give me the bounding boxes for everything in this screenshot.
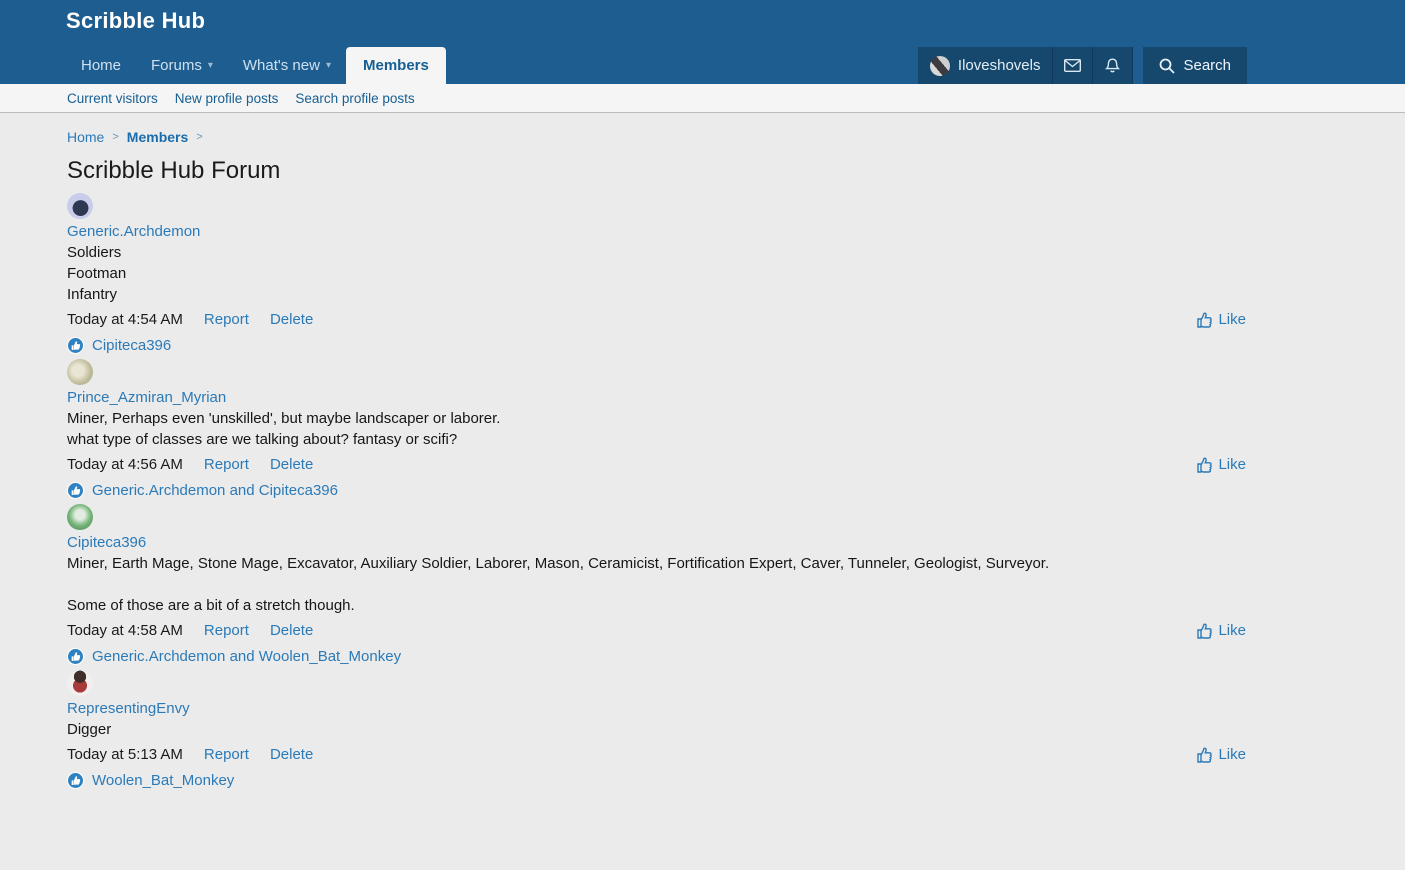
site-logo[interactable]: Scribble Hub [66, 8, 205, 34]
post-text-line: Some of those are a bit of a stretch tho… [67, 595, 1246, 616]
search-button[interactable]: Search [1143, 47, 1247, 84]
post-text-line: Miner, Earth Mage, Stone Mage, Excavator… [67, 553, 1246, 574]
reaction-users-link[interactable]: Woolen_Bat_Monkey [92, 770, 234, 791]
profile-post: RepresentingEnvy Digger Today at 5:13 AM… [67, 670, 1246, 791]
like-button[interactable]: Like [1197, 309, 1246, 330]
avatar[interactable] [67, 670, 93, 696]
like-reaction-icon [67, 482, 84, 499]
like-reaction-icon [67, 772, 84, 789]
like-label: Like [1218, 454, 1246, 475]
nav-tab-home[interactable]: Home [66, 47, 136, 84]
account-menu-button[interactable]: Iloveshovels [918, 47, 1054, 84]
profile-post: Generic.Archdemon Soldiers Footman Infan… [67, 193, 1246, 356]
reactions-row: Generic.Archdemon and Woolen_Bat_Monkey [67, 646, 1246, 667]
post-text-line: what type of classes are we talking abou… [67, 429, 1246, 450]
thumbs-up-icon [1197, 623, 1212, 639]
breadcrumb-members[interactable]: Members [127, 129, 188, 145]
report-link[interactable]: Report [204, 620, 249, 641]
nav-tab-members[interactable]: Members [346, 47, 446, 84]
avatar[interactable] [67, 359, 93, 385]
thumbs-up-icon [1197, 457, 1212, 473]
post-text-line: Digger [67, 719, 1246, 740]
nav-forums-label: Forums [151, 57, 202, 74]
like-label: Like [1218, 620, 1246, 641]
members-subnav: Current visitors New profile posts Searc… [0, 84, 1405, 113]
header-spacer [1133, 47, 1143, 84]
avatar[interactable] [67, 504, 93, 530]
profile-post: Cipiteca396 Miner, Earth Mage, Stone Mag… [67, 504, 1246, 667]
post-author-link[interactable]: Cipiteca396 [67, 532, 146, 553]
report-link[interactable]: Report [204, 309, 249, 330]
envelope-icon [1064, 59, 1081, 72]
user-avatar [930, 56, 950, 76]
chevron-down-icon: ▾ [326, 60, 331, 71]
nav-members-label: Members [363, 57, 429, 74]
like-button[interactable]: Like [1197, 744, 1246, 765]
post-text-line: Miner, Perhaps even 'unskilled', but may… [67, 408, 1246, 429]
reactions-row: Cipiteca396 [67, 335, 1246, 356]
inbox-button[interactable] [1053, 47, 1093, 84]
chevron-right-icon: > [112, 131, 118, 143]
main-nav: Home Forums ▾ What's new ▾ Members [66, 47, 446, 84]
nav-whats-new-label: What's new [243, 57, 320, 74]
bell-icon [1105, 58, 1120, 74]
subnav-search-profile-posts[interactable]: Search profile posts [295, 91, 414, 106]
main-content: Home > Members > Scribble Hub Forum Gene… [67, 113, 1246, 870]
post-timestamp[interactable]: Today at 4:56 AM [67, 454, 183, 475]
post-meta-row: Today at 4:54 AM Report Delete Like [67, 309, 1246, 330]
site-header: Scribble Hub Home Forums ▾ What's new ▾ … [0, 0, 1405, 84]
chevron-down-icon: ▾ [208, 60, 213, 71]
post-author-link[interactable]: Prince_Azmiran_Myrian [67, 387, 226, 408]
post-meta-row: Today at 4:56 AM Report Delete Like [67, 454, 1246, 475]
reaction-users-link[interactable]: Generic.Archdemon and Cipiteca396 [92, 480, 338, 501]
chevron-right-icon: > [196, 131, 202, 143]
report-link[interactable]: Report [204, 454, 249, 475]
post-timestamp[interactable]: Today at 4:58 AM [67, 620, 183, 641]
post-text-line: Infantry [67, 284, 1246, 305]
profile-post: Prince_Azmiran_Myrian Miner, Perhaps eve… [67, 359, 1246, 501]
like-reaction-icon [67, 648, 84, 665]
report-link[interactable]: Report [204, 744, 249, 765]
post-timestamp[interactable]: Today at 5:13 AM [67, 744, 183, 765]
breadcrumb-home[interactable]: Home [67, 129, 104, 145]
nav-tab-whats-new[interactable]: What's new ▾ [228, 47, 346, 84]
thumbs-up-icon [1197, 747, 1212, 763]
subnav-new-profile-posts[interactable]: New profile posts [175, 91, 279, 106]
reactions-row: Generic.Archdemon and Cipiteca396 [67, 480, 1246, 501]
delete-link[interactable]: Delete [270, 744, 313, 765]
delete-link[interactable]: Delete [270, 309, 313, 330]
header-actions: Iloveshovels [918, 47, 1247, 84]
page-title: Scribble Hub Forum [67, 155, 1246, 187]
alerts-button[interactable] [1093, 47, 1133, 84]
avatar[interactable] [67, 193, 93, 219]
breadcrumb: Home > Members > [67, 128, 1246, 146]
post-timestamp[interactable]: Today at 4:54 AM [67, 309, 183, 330]
delete-link[interactable]: Delete [270, 454, 313, 475]
delete-link[interactable]: Delete [270, 620, 313, 641]
current-username: Iloveshovels [958, 57, 1041, 74]
like-button[interactable]: Like [1197, 620, 1246, 641]
reactions-row: Woolen_Bat_Monkey [67, 770, 1246, 791]
post-text-line: Footman [67, 263, 1246, 284]
like-button[interactable]: Like [1197, 454, 1246, 475]
subnav-current-visitors[interactable]: Current visitors [67, 91, 158, 106]
post-text-line: Soldiers [67, 242, 1246, 263]
like-reaction-icon [67, 337, 84, 354]
post-author-link[interactable]: Generic.Archdemon [67, 221, 200, 242]
nav-tab-forums[interactable]: Forums ▾ [136, 47, 228, 84]
post-author-link[interactable]: RepresentingEnvy [67, 698, 190, 719]
post-meta-row: Today at 5:13 AM Report Delete Like [67, 744, 1246, 765]
reaction-users-link[interactable]: Cipiteca396 [92, 335, 171, 356]
search-icon [1159, 58, 1175, 74]
post-text-line [67, 574, 1246, 595]
search-label: Search [1183, 57, 1231, 74]
thumbs-up-icon [1197, 312, 1212, 328]
like-label: Like [1218, 744, 1246, 765]
post-meta-row: Today at 4:58 AM Report Delete Like [67, 620, 1246, 641]
nav-home-label: Home [81, 57, 121, 74]
reaction-users-link[interactable]: Generic.Archdemon and Woolen_Bat_Monkey [92, 646, 401, 667]
like-label: Like [1218, 309, 1246, 330]
